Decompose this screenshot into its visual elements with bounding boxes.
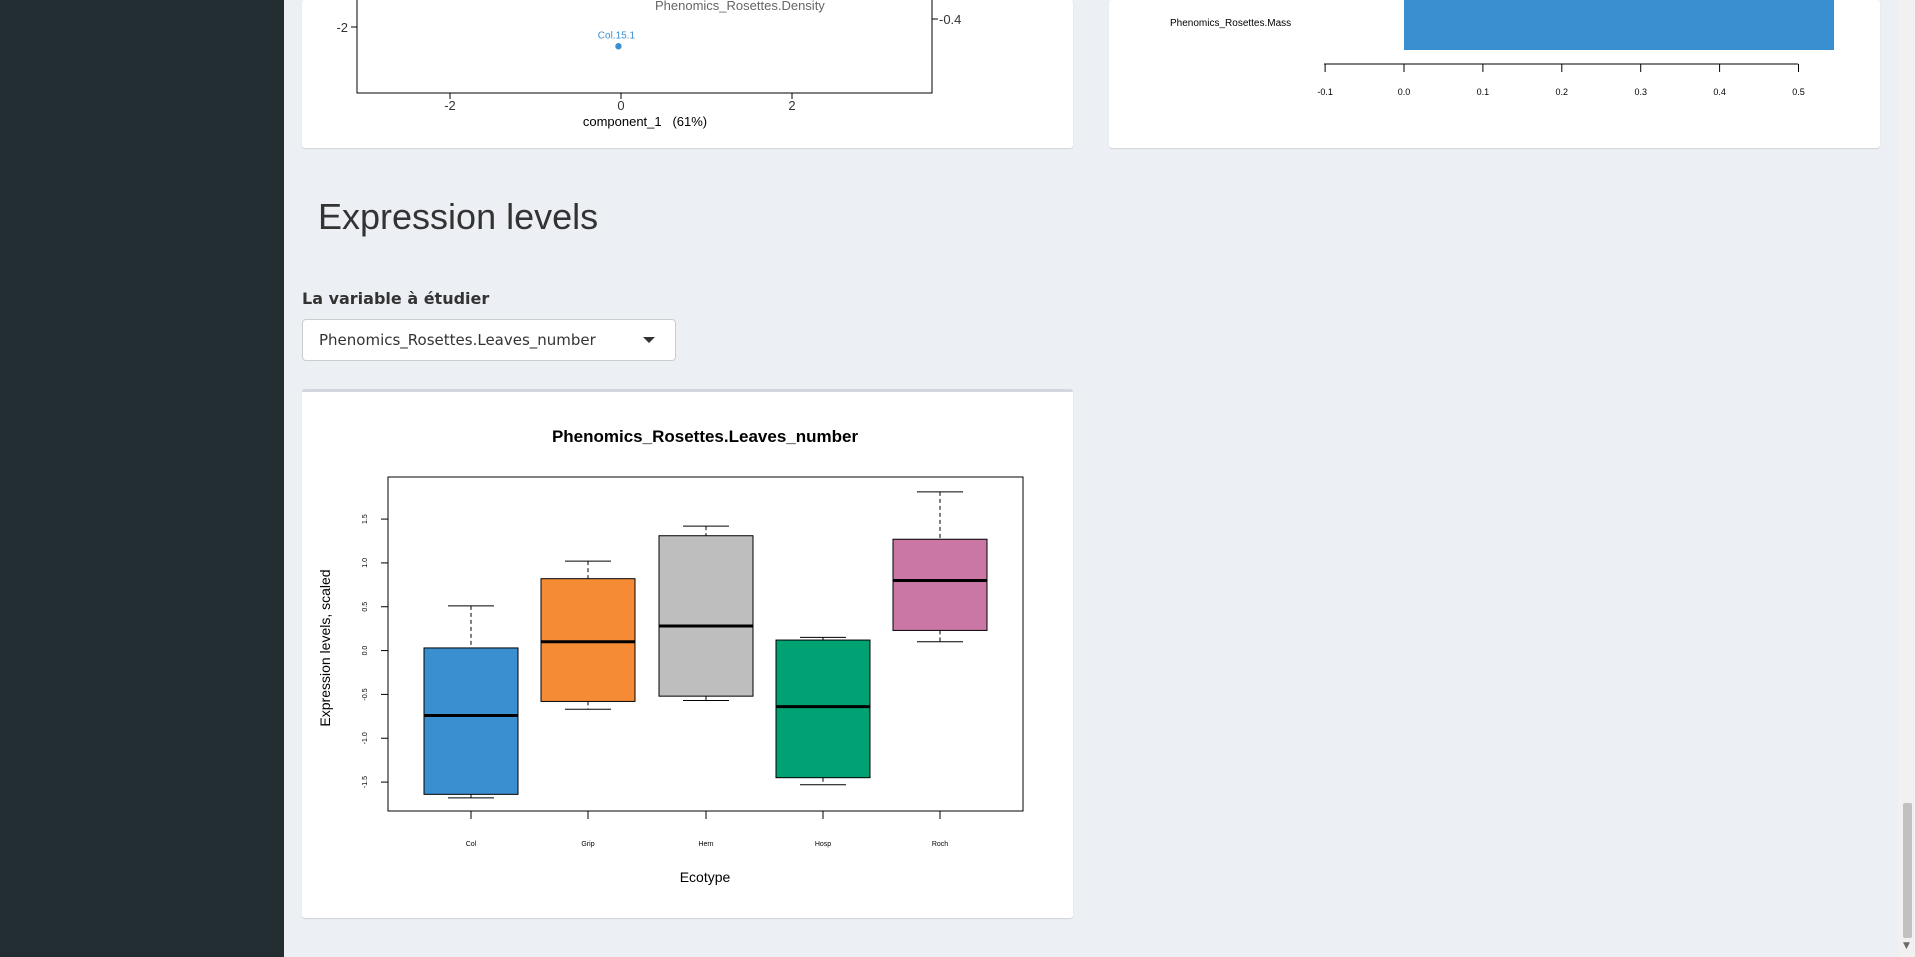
loadings-plot-panel: Phenomics_Rosettes.Mass -0.1 0.0 0.1 0.2 0.3…	[1109, 0, 1880, 148]
loadings-x-tick-label: 0.5	[1792, 87, 1805, 97]
boxplot-box-grip	[540, 560, 636, 710]
expression-plot-panel: Phenomics_Rosettes.Leaves_number -1.5 -1.…	[302, 389, 1073, 918]
boxplot-y-axis-label: Expression levels, scaled	[317, 569, 333, 726]
variable-select-label: La variable à étudier	[302, 289, 490, 308]
boxplot-y-tick-label: 0.0	[362, 646, 369, 656]
pca-plot-frame	[356, 0, 933, 94]
boxplot-box-roch	[892, 491, 988, 643]
pca-x-tick-label: 2	[788, 98, 795, 113]
pca-plot: -202 -2 -0.4 Col.15.1Col.15.2 Phenomics_…	[336, 0, 961, 129]
pca-plot-panel: -202 -2 -0.4 Col.15.1Col.15.2 Phenomics_…	[302, 0, 1073, 148]
expression-levels-heading: Expression levels	[318, 196, 599, 237]
loadings-plot: Phenomics_Rosettes.Mass -0.1 0.0 0.1 0.2 0.3…	[1170, 0, 1835, 97]
boxplot-y-tick-label: 0.5	[362, 602, 369, 612]
boxplot-iqr-rect	[423, 647, 519, 795]
boxplot-x-tick-label: Grip	[581, 841, 594, 848]
boxplot-x-tick-label: Hosp	[815, 841, 831, 848]
boxplot-iqr-rect	[540, 578, 636, 702]
loadings-x-tick-label: 0.3	[1634, 87, 1647, 97]
variable-select[interactable]: Phenomics_Rosettes.Leaves_number	[302, 319, 676, 361]
boxplot-x-tick-label: Col	[466, 841, 477, 848]
boxplot-y-tick-label: -0.5	[362, 688, 369, 700]
loadings-x-tick-label: -0.1	[1317, 87, 1333, 97]
boxplot-iqr-rect	[658, 535, 754, 697]
loadings-bar-label: Phenomics_Rosettes.Mass	[1170, 18, 1291, 29]
pca-arrow-label: Phenomics_Rosettes.Density	[655, 0, 825, 13]
loadings-x-tick-label: 0.2	[1556, 87, 1569, 97]
sidebar	[0, 0, 284, 957]
loadings-x-tick-label: 0.1	[1477, 87, 1490, 97]
boxplot-box-hern	[658, 525, 754, 702]
boxplot-y-tick-label: 1.0	[362, 558, 369, 568]
pca-x-tick-label: -2	[444, 98, 456, 113]
loadings-x-tick-label: 0.0	[1398, 87, 1411, 97]
loadings-bar-mass	[1404, 0, 1835, 50]
variable-select-value: Phenomics_Rosettes.Leaves_number	[319, 331, 596, 349]
scrollbar-thumb[interactable]	[1903, 803, 1912, 938]
pca-right-tick-label: -0.4	[939, 12, 961, 27]
scroll-down-arrow-icon[interactable]: ▼	[1900, 940, 1913, 952]
boxplot-iqr-rect	[775, 639, 871, 779]
boxplot-title: Phenomics_Rosettes.Leaves_number	[552, 427, 859, 446]
boxplot-y-tick-label: -1.5	[362, 776, 369, 788]
pca-point	[615, 43, 622, 50]
boxplot-box-hosp	[775, 636, 871, 786]
caret-down-icon	[643, 337, 655, 343]
pca-x-axis-label: component_1 (61%)	[583, 114, 707, 129]
boxplot-y-tick-label: -1.0	[362, 732, 369, 744]
expression-boxplot: Phenomics_Rosettes.Leaves_number -1.5 -1.…	[317, 427, 1024, 885]
boxplot-x-axis-label: Ecotype	[680, 869, 731, 885]
boxplot-x-tick-label: Hern	[698, 841, 713, 848]
boxplot-x-tick-label: Roch	[932, 841, 948, 848]
pca-point-label: Col.15.1	[598, 30, 636, 41]
loadings-x-tick-label: 0.4	[1713, 87, 1726, 97]
boxplot-iqr-rect	[892, 538, 988, 631]
pca-x-tick-label: 0	[617, 98, 624, 113]
pca-y-tick-label: -2	[336, 20, 348, 35]
boxplot-box-col	[423, 605, 519, 799]
boxplot-y-tick-label: 1.5	[362, 514, 369, 524]
